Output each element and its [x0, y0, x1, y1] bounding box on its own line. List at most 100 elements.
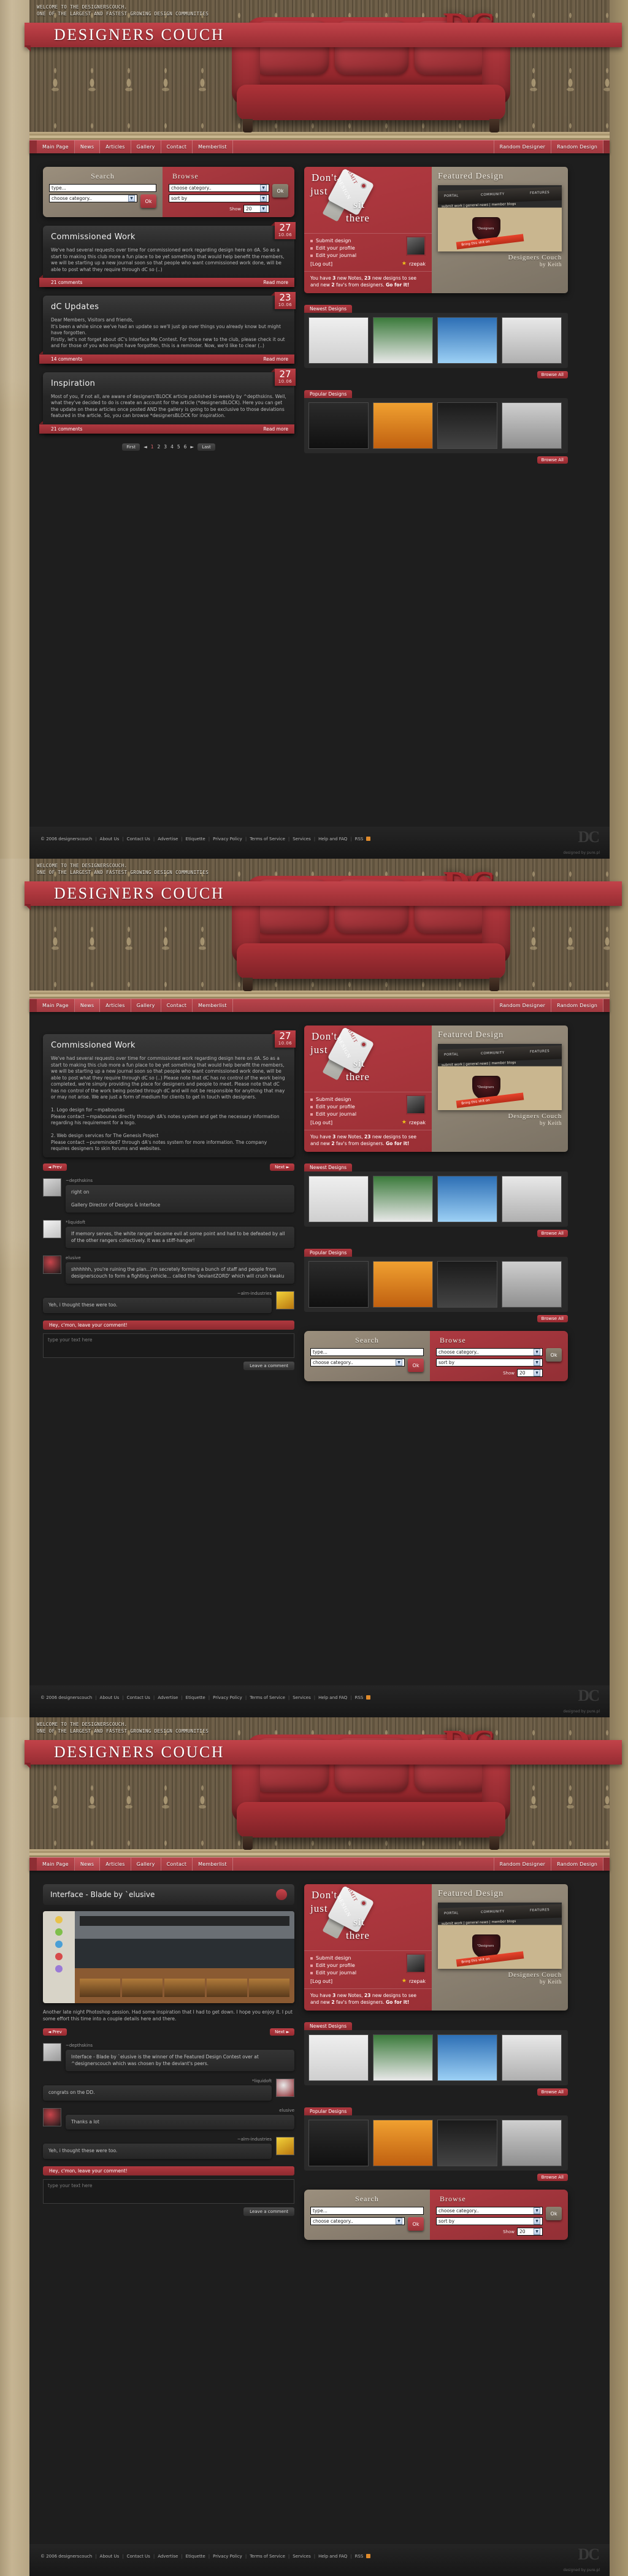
leave-comment-button[interactable]: Leave a comment: [243, 1361, 294, 1370]
browse-all-button[interactable]: Browse All: [537, 371, 568, 378]
nav-item-articles[interactable]: Articles: [100, 999, 131, 1012]
design-preview[interactable]: [43, 1911, 294, 2003]
comment-username[interactable]: ~alrn-industries: [43, 1291, 272, 1296]
avatar[interactable]: [406, 1953, 426, 1973]
nav-item-memberlist[interactable]: Memberlist: [193, 140, 233, 153]
username-display[interactable]: ★ rzepak: [402, 1119, 426, 1125]
leave-comment-button[interactable]: Leave a comment: [243, 2207, 294, 2216]
rss-icon[interactable]: [366, 1695, 371, 1700]
comment-username[interactable]: ~depthskins: [66, 2043, 294, 2048]
footer-link-privacy-policy[interactable]: Privacy Policy: [213, 837, 242, 841]
featured-design-thumbnail[interactable]: PORTAL COMMUNITY FEATURES submit work | …: [438, 1044, 562, 1110]
design-thumbnail[interactable]: [502, 2034, 562, 2081]
footer-link-etiquette[interactable]: Etiquette: [186, 1695, 205, 1700]
footer-link-terms-of-service[interactable]: Terms of Service: [250, 837, 285, 841]
design-thumbnail[interactable]: [437, 1261, 497, 1308]
search-input[interactable]: type...: [310, 2207, 424, 2215]
nav-item-memberlist[interactable]: Memberlist: [193, 1858, 233, 1871]
nav-item-memberlist[interactable]: Memberlist: [193, 999, 233, 1012]
article-readmore-link[interactable]: Read more: [263, 356, 288, 362]
search-category-select[interactable]: choose category.. ▼: [49, 194, 137, 202]
browse-all-button[interactable]: Browse All: [537, 456, 568, 464]
rss-icon[interactable]: [366, 837, 371, 841]
comment-username[interactable]: ~alrn-industries: [43, 2137, 272, 2142]
nav-item-main-page[interactable]: Main Page: [37, 999, 75, 1012]
footer-link-help-faq[interactable]: Help and FAQ: [318, 2554, 347, 2559]
search-category-select[interactable]: choose category.. ▼: [310, 1359, 405, 1367]
article-card[interactable]: 23 10.06 dC Updates Dear Members, Visito…: [39, 292, 296, 364]
browse-ok-button[interactable]: Ok: [546, 2207, 562, 2220]
nav-item-gallery[interactable]: Gallery: [131, 1858, 161, 1871]
comment-username[interactable]: elusive: [66, 1255, 294, 1260]
nav-item-articles[interactable]: Articles: [100, 140, 131, 153]
article-card[interactable]: 27 10.06 Commissioned Work We've had sev…: [39, 222, 296, 287]
browse-show-select[interactable]: 20 ▼: [517, 2228, 543, 2236]
design-thumbnail[interactable]: [308, 2034, 369, 2081]
footer-link-etiquette[interactable]: Etiquette: [186, 2554, 205, 2559]
nav-item-contact[interactable]: Contact: [161, 999, 193, 1012]
browse-sort-select[interactable]: sort by ▼: [436, 2217, 543, 2225]
browse-show-select[interactable]: 20 ▼: [517, 1369, 543, 1377]
nav-item-random-design[interactable]: Random Design: [551, 1858, 603, 1871]
nav-item-news[interactable]: News: [74, 999, 101, 1012]
design-thumbnail[interactable]: [373, 1261, 433, 1308]
comment-avatar[interactable]: [276, 2079, 294, 2097]
go-for-it-link[interactable]: Go for it!: [386, 1999, 409, 2005]
pagination-page-4[interactable]: 4: [170, 444, 174, 450]
footer-link-contact-us[interactable]: Contact Us: [127, 837, 150, 841]
comment-avatar[interactable]: [43, 1255, 61, 1274]
pagination-page-3[interactable]: 3: [164, 444, 167, 450]
pagination-last[interactable]: Last: [197, 443, 215, 451]
nav-item-random-designer[interactable]: Random Designer: [494, 1858, 552, 1871]
footer-link-contact-us[interactable]: Contact Us: [127, 1695, 150, 1700]
search-input[interactable]: type...: [310, 1348, 424, 1356]
footer-link-advertise[interactable]: Advertise: [158, 2554, 178, 2559]
article-comments-link[interactable]: 21 comments: [51, 280, 82, 285]
design-thumbnail[interactable]: [308, 1176, 369, 1222]
nav-item-main-page[interactable]: Main Page: [37, 140, 75, 153]
pagination-page-6[interactable]: 6: [184, 444, 187, 450]
nav-item-contact[interactable]: Contact: [161, 140, 193, 153]
rss-icon[interactable]: [366, 2554, 371, 2558]
comment-avatar[interactable]: [43, 2107, 61, 2126]
footer-link-contact-us[interactable]: Contact Us: [127, 2554, 150, 2559]
nav-item-main-page[interactable]: Main Page: [37, 1858, 75, 1871]
footer-link-help-faq[interactable]: Help and FAQ: [318, 837, 347, 841]
browse-category-select[interactable]: choose category.. ▼: [169, 184, 269, 192]
heart-icon[interactable]: [276, 1889, 287, 1900]
comment-username[interactable]: *liquidoft: [66, 1220, 294, 1225]
design-thumbnail[interactable]: [437, 2034, 497, 2081]
design-thumbnail[interactable]: [308, 317, 369, 364]
browse-all-button[interactable]: Browse All: [537, 1315, 568, 1322]
footer-link-services[interactable]: Services: [293, 837, 311, 841]
footer-link-advertise[interactable]: Advertise: [158, 837, 178, 841]
design-thumbnail[interactable]: [502, 1176, 562, 1222]
nav-item-gallery[interactable]: Gallery: [131, 140, 161, 153]
footer-link-help-faq[interactable]: Help and FAQ: [318, 1695, 347, 1700]
comment-avatar[interactable]: [276, 1291, 294, 1309]
footer-link-privacy-policy[interactable]: Privacy Policy: [213, 1695, 242, 1700]
featured-design-thumbnail[interactable]: PORTAL COMMUNITY FEATURES submit work | …: [438, 185, 562, 251]
design-thumbnail[interactable]: [502, 2120, 562, 2166]
go-for-it-link[interactable]: Go for it!: [386, 282, 409, 288]
next-button[interactable]: Next ►: [270, 1163, 294, 1171]
browse-all-button[interactable]: Browse All: [537, 2088, 568, 2096]
article-title[interactable]: Inspiration: [51, 379, 286, 388]
footer-link-about-us[interactable]: About Us: [100, 837, 120, 841]
next-button[interactable]: Next ►: [270, 2028, 294, 2036]
design-thumbnail[interactable]: [373, 317, 433, 364]
design-thumbnail[interactable]: [437, 1176, 497, 1222]
comment-avatar[interactable]: [276, 2137, 294, 2155]
article-card[interactable]: 27 10.06 Inspiration Most of you, if not…: [39, 368, 296, 434]
search-ok-button[interactable]: Ok: [408, 2217, 424, 2231]
article-readmore-link[interactable]: Read more: [263, 280, 288, 285]
nav-item-random-designer[interactable]: Random Designer: [494, 140, 552, 153]
logout-link[interactable]: [Log out]: [310, 1979, 332, 1984]
nav-item-news[interactable]: News: [74, 1858, 101, 1871]
browse-ok-button[interactable]: Ok: [272, 184, 288, 197]
design-thumbnail[interactable]: [373, 2034, 433, 2081]
avatar[interactable]: [406, 1095, 426, 1114]
browse-sort-select[interactable]: sort by ▼: [169, 194, 269, 202]
comment-username[interactable]: ~depthskins: [66, 1178, 294, 1183]
design-thumbnail[interactable]: [308, 1261, 369, 1308]
